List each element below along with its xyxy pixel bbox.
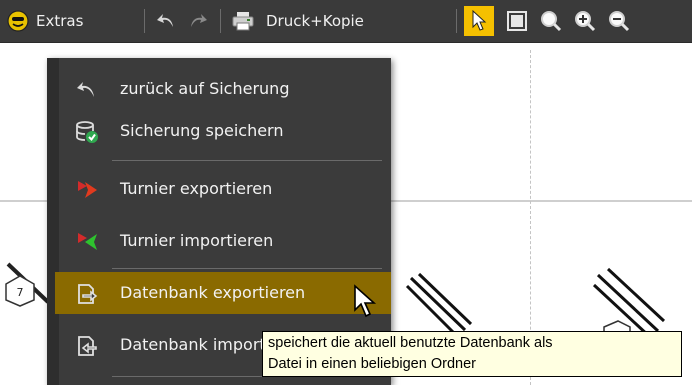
smiley-icon[interactable] (4, 0, 32, 42)
export-database-tooltip: speichert die aktuell benutzte Datenbank… (262, 331, 682, 377)
toolbar-separator (220, 9, 221, 33)
menu-separator (112, 268, 382, 269)
import-icon (75, 334, 99, 358)
tooltip-line-2: Datei in einen beliebigen Ordner (268, 356, 476, 372)
menu-item-label: Sicherung speichern (120, 121, 284, 140)
printer-icon[interactable] (228, 0, 258, 42)
export-icon (75, 282, 99, 306)
menu-item-export-database[interactable]: Datenbank exportieren (55, 272, 391, 314)
mouse-cursor-icon (354, 284, 377, 318)
tooltip-line-1: speichert die aktuell benutzte Datenbank… (268, 335, 553, 351)
main-toolbar: Extras Druck+Kopie (0, 0, 692, 43)
menu-item-label: Turnier exportieren (120, 179, 273, 198)
flag-import-icon (75, 230, 99, 254)
toolbar-separator (456, 9, 457, 33)
menu-item-save-backup[interactable]: Sicherung speichern (55, 110, 391, 152)
node-number: 7 (17, 286, 24, 299)
menu-item-label: Datenbank exportieren (120, 283, 306, 302)
menu-item-import-tournament[interactable]: Turnier importieren (55, 220, 391, 262)
undo-icon (75, 78, 99, 102)
redo-icon[interactable] (184, 0, 212, 42)
print-copy-menu[interactable]: Druck+Kopie (266, 0, 416, 42)
menu-item-export-tournament[interactable]: Turnier exportieren (55, 168, 391, 210)
flag-export-icon (75, 178, 99, 202)
zoom-icon[interactable] (536, 0, 566, 42)
database-save-icon (75, 120, 99, 144)
pointer-icon[interactable] (464, 6, 494, 36)
extras-menu[interactable]: Extras (36, 0, 96, 42)
frame-icon[interactable] (502, 0, 532, 42)
toolbar-separator (144, 9, 145, 33)
zoom-out-icon[interactable] (604, 0, 634, 42)
zoom-in-icon[interactable] (570, 0, 600, 42)
undo-icon[interactable] (152, 0, 180, 42)
menu-item-label: zurück auf Sicherung (120, 79, 290, 98)
menu-separator (112, 160, 382, 161)
menu-item-restore-backup[interactable]: zurück auf Sicherung (55, 68, 391, 110)
menu-item-label: Turnier importieren (120, 231, 274, 250)
